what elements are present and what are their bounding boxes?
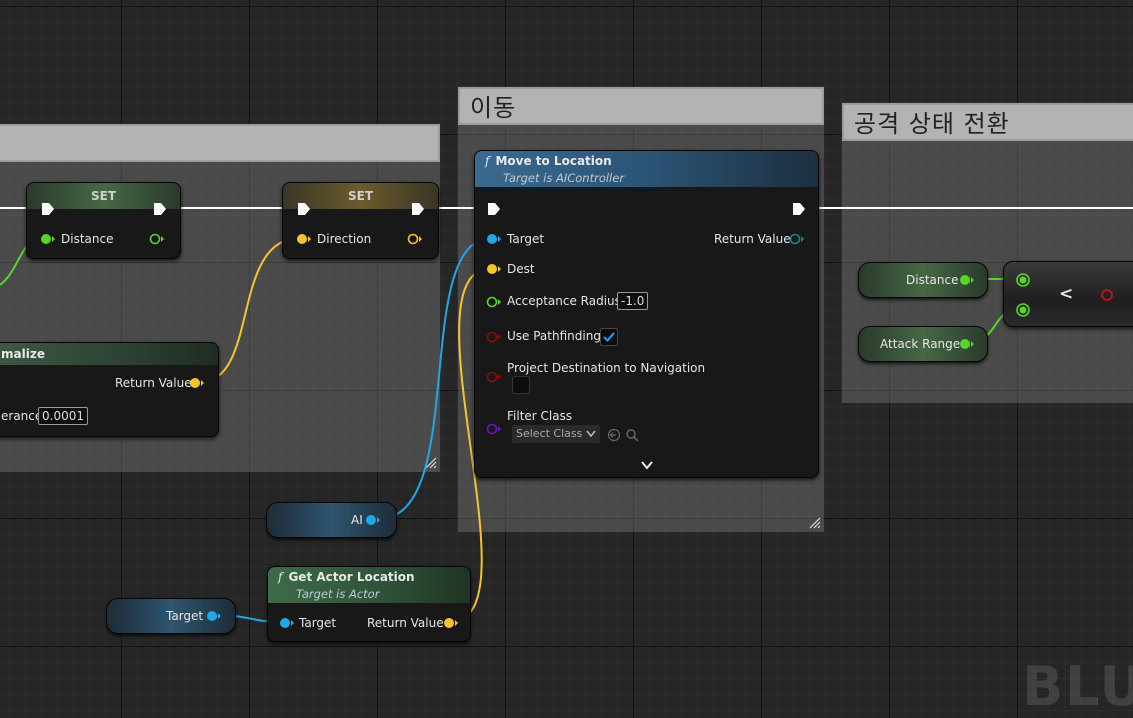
target-pin-label: Target [507,232,545,246]
set-direction-node[interactable]: SET Direction [282,182,439,259]
ai-variable-node[interactable]: AI [266,502,397,538]
exec-out-pin-icon[interactable] [411,202,425,216]
exec-in-pin-icon[interactable] [297,202,311,216]
get-actor-return-label: Return Value [367,616,444,630]
function-icon: f [278,570,283,584]
get-actor-location-node[interactable]: f Get Actor Location Target is Actor Targ… [267,566,471,642]
move-to-location-header: f Move to Location Target is AIController [475,151,818,187]
use-pathfinding-checkbox[interactable] [600,328,618,346]
move-to-location-subtitle: Target is AIController [503,171,625,185]
ai-variable-label: AI [351,513,363,527]
vector-in-pin-icon[interactable] [296,233,312,245]
get-actor-location-header: f Get Actor Location Target is Actor [268,567,470,603]
vector-out-pin-icon[interactable] [189,377,205,389]
acceptance-radius-label: Acceptance Radius [507,294,621,308]
normalize-return-label: Return Value [115,376,192,390]
acceptance-radius-input[interactable]: -1.0 [617,292,649,310]
browse-search-icon[interactable] [625,428,639,442]
function-icon: f [485,154,490,168]
vector-in-pin-icon[interactable] [486,263,502,275]
move-to-location-node[interactable]: f Move to Location Target is AIController… [474,150,819,478]
project-destination-label: Project Destination to Navigation [507,361,706,375]
filter-class-label: Filter Class [507,409,573,423]
checkmark-icon [603,332,615,343]
attack-range-variable-label: Attack Range [880,337,961,351]
tolerance-label: erance [1,409,43,423]
object-out-pin-icon[interactable] [365,514,381,526]
exec-in-pin-icon[interactable] [487,202,501,216]
float-in-pin-icon[interactable] [40,233,56,245]
use-pathfinding-label: Use Pathfinding [507,329,601,343]
set-distance-node[interactable]: SET Distance [26,182,181,259]
target-variable-node[interactable]: Target [106,598,236,634]
float-out-pin-icon[interactable] [959,338,975,350]
use-selected-arrow-icon[interactable] [607,428,621,442]
set-direction-pin-label: Direction [317,232,372,246]
blueprint-watermark: BLUE [1022,655,1133,718]
compare-operator-label: < [1059,284,1074,304]
normalize-header: malize [0,343,218,365]
set-distance-pin-label: Distance [61,232,114,246]
move-to-location-title: f Move to Location [485,154,612,168]
filter-class-dropdown[interactable]: Select Class [512,425,600,443]
get-actor-target-label: Target [299,616,337,630]
float-in-pin-icon[interactable] [1016,303,1030,317]
float-in-pin-icon[interactable] [1016,273,1030,287]
expand-advanced-chevron-icon[interactable] [641,461,653,470]
vector-out-pin-icon[interactable] [407,233,423,245]
return-value-label: Return Value [714,232,791,246]
exec-out-pin-icon[interactable] [153,202,167,216]
normalize-title: malize [1,347,45,361]
tolerance-input[interactable]: 0.0001 [38,407,88,425]
dest-pin-label: Dest [507,262,535,276]
exec-out-pin-icon[interactable] [792,202,806,216]
chevron-down-icon [586,430,596,438]
distance-variable-label: Distance [906,273,959,287]
bool-out-pin-icon[interactable] [1100,288,1114,302]
normalize-node[interactable]: malize Return Value erance 0.0001 [0,342,219,437]
filter-class-value: Select Class [516,427,583,440]
class-in-pin-icon[interactable] [486,423,502,435]
float-out-pin-icon[interactable] [959,274,975,286]
object-in-pin-icon[interactable] [486,233,502,245]
distance-variable-node[interactable]: Distance [858,262,988,298]
float-in-pin-icon[interactable] [486,296,502,308]
bool-in-pin-icon[interactable] [486,331,502,343]
enum-out-pin-icon[interactable] [789,233,805,245]
get-actor-location-title: f Get Actor Location [278,570,415,584]
float-out-pin-icon[interactable] [149,233,165,245]
bool-in-pin-icon[interactable] [486,371,502,383]
target-variable-label: Target [166,609,204,623]
object-out-pin-icon[interactable] [206,610,222,622]
vector-out-pin-icon[interactable] [443,617,459,629]
project-destination-checkbox[interactable] [512,376,530,394]
get-actor-location-subtitle: Target is Actor [296,587,380,601]
attack-range-variable-node[interactable]: Attack Range [858,326,988,362]
object-in-pin-icon[interactable] [279,617,295,629]
less-than-compare-node[interactable]: < [1003,261,1133,327]
exec-in-pin-icon[interactable] [41,202,55,216]
